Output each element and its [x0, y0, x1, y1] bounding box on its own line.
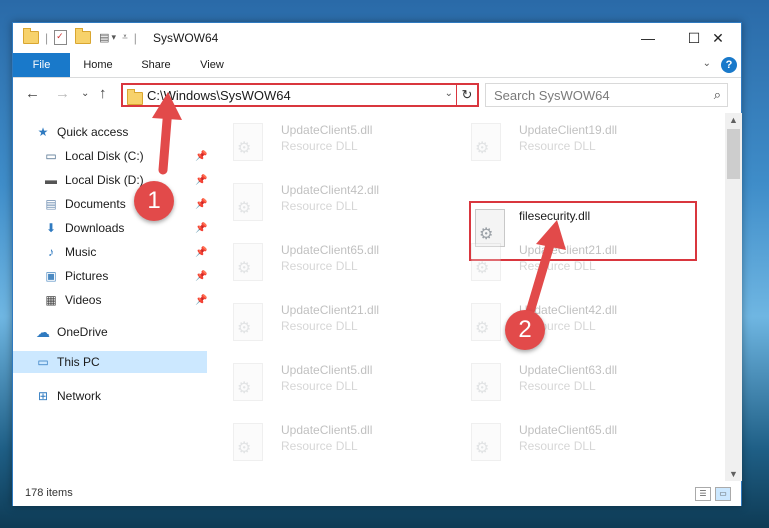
arrow-2-head: [536, 220, 566, 250]
arrow-1-head: [152, 92, 182, 120]
annotation-arrows: [152, 92, 566, 317]
step-badge-1: 1: [134, 181, 174, 221]
arrow-2-shaft: [525, 233, 557, 317]
step-badge-2: 2: [505, 310, 545, 350]
